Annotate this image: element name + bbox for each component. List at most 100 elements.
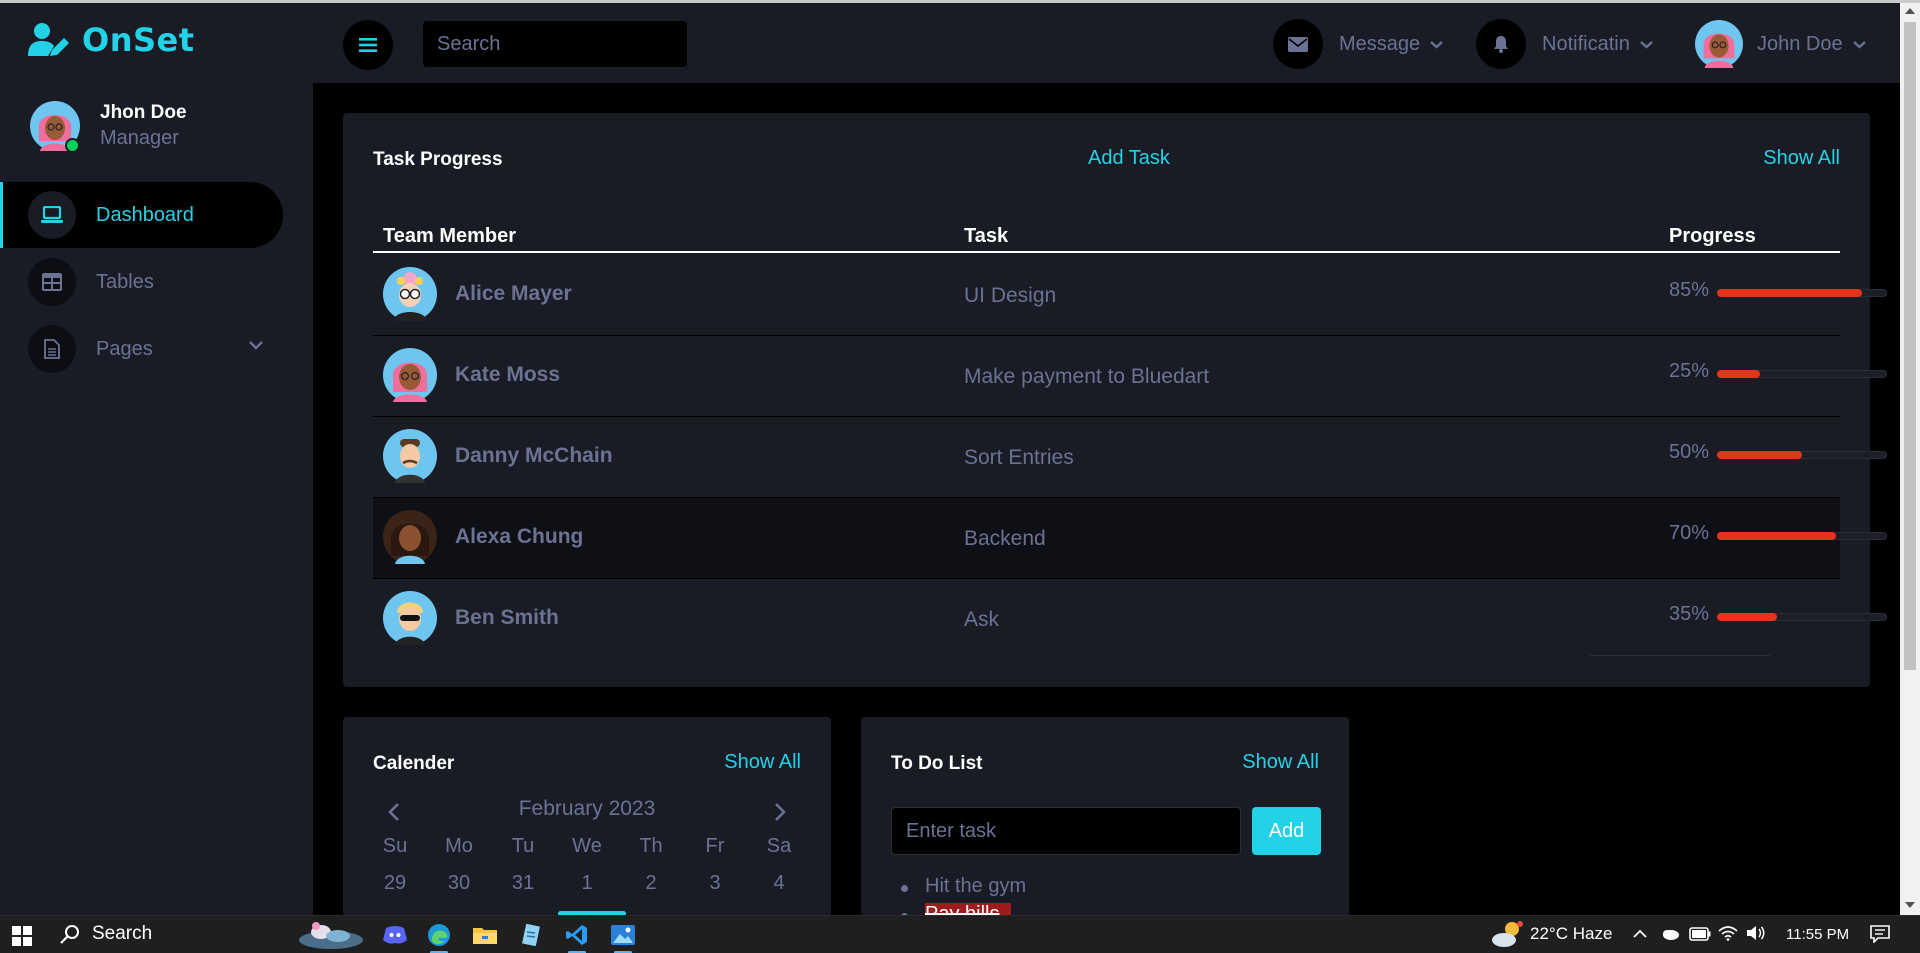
progress-bar	[1717, 613, 1887, 621]
calendar-day[interactable]: 29	[363, 872, 427, 895]
column-header-task: Task	[964, 225, 1009, 247]
member-name: Kate Moss	[455, 363, 561, 386]
sidebar-item-label: Tables	[96, 270, 154, 293]
calendar-day[interactable]: 30	[427, 872, 491, 895]
file-icon	[28, 325, 76, 373]
taskbar-search-label: Search	[92, 923, 153, 944]
task-name: Backend	[964, 527, 1046, 550]
calendar-day[interactable]: 1	[555, 872, 619, 895]
show-all-link[interactable]: Show All	[1242, 751, 1319, 774]
wifi-icon[interactable]	[1718, 925, 1738, 941]
chevron-up-icon[interactable]	[1633, 929, 1647, 939]
volume-icon[interactable]	[1746, 925, 1766, 941]
todo-text: Hit the gym	[925, 875, 1027, 897]
table-row[interactable]: Ben Smith Ask 35%	[373, 579, 1887, 660]
sidebar-item-dashboard[interactable]: Dashboard	[0, 182, 283, 248]
calendar-card: Calender Show All February 2023 Su Mo Tu…	[343, 717, 831, 917]
battery-icon[interactable]	[1689, 927, 1711, 941]
calendar-day[interactable]: 2	[619, 872, 683, 895]
sidebar-item-pages[interactable]: Pages	[0, 316, 283, 382]
discord-icon[interactable]	[380, 920, 410, 950]
brand-logo[interactable]: OnSet	[28, 21, 195, 59]
table-row[interactable]: Danny McChain Sort Entries 50%	[373, 417, 1887, 498]
sidebar-profile[interactable]: Jhon Doe Manager	[30, 101, 187, 153]
search-input[interactable]	[423, 21, 687, 67]
chevron-down-icon	[249, 341, 263, 350]
show-all-link[interactable]: Show All	[1763, 147, 1840, 170]
divider	[1590, 655, 1770, 656]
laptop-icon	[28, 191, 76, 239]
card-title: Task Progress	[373, 149, 503, 170]
table-row[interactable]: Kate Moss Make payment to Bluedart 25%	[373, 336, 1887, 417]
add-todo-button[interactable]: Add	[1252, 807, 1321, 855]
avatar	[383, 510, 437, 564]
envelope-icon	[1273, 19, 1323, 69]
weather-text[interactable]: 22°C Haze	[1530, 924, 1612, 944]
scroll-up-arrow-icon[interactable]	[1905, 8, 1915, 14]
notification-dropdown[interactable]: Notificatin	[1476, 17, 1653, 71]
os-taskbar: Search 22°C Haze 11:55 PM	[0, 915, 1920, 953]
table-icon	[28, 258, 76, 306]
file-explorer-icon[interactable]	[470, 920, 500, 950]
weekday-label: Su	[382, 835, 408, 857]
hamburger-icon	[359, 38, 377, 52]
avatar	[1695, 20, 1743, 68]
menu-toggle-button[interactable]	[343, 20, 393, 70]
scrollbar-thumb[interactable]	[1904, 22, 1916, 670]
progress-label: 50%	[1669, 441, 1710, 463]
chevron-down-icon	[1640, 40, 1653, 49]
progress-label: 85%	[1669, 279, 1710, 301]
calendar-day[interactable]: 4	[747, 872, 811, 895]
profile-role: Manager	[100, 127, 179, 149]
member-name: Alice Mayer	[455, 282, 572, 305]
user-dropdown[interactable]: John Doe	[1695, 17, 1866, 71]
show-all-link[interactable]: Show All	[724, 751, 801, 774]
avatar	[383, 348, 437, 402]
table-header: Team Member Task Progress	[373, 213, 1840, 253]
sidebar-item-tables[interactable]: Tables	[0, 249, 283, 315]
member-name: Danny McChain	[455, 444, 613, 467]
table-row[interactable]: Alice Mayer UI Design 85%	[373, 255, 1887, 336]
profile-name: Jhon Doe	[100, 102, 187, 123]
notification-label: Notificatin	[1542, 32, 1630, 55]
member-name: Ben Smith	[455, 606, 559, 629]
weekday-label: Sa	[766, 835, 792, 857]
todo-task-input[interactable]	[891, 807, 1241, 855]
task-name: Make payment to Bluedart	[964, 365, 1210, 388]
search-icon	[60, 925, 79, 944]
progress-bar-fill	[1717, 532, 1836, 540]
list-item[interactable]: Hit the gym	[901, 875, 1026, 903]
table-row[interactable]: Alexa Chung Backend 70%	[373, 498, 1887, 579]
user-name-label: John Doe	[1757, 32, 1843, 55]
weekday-label: Mo	[445, 835, 473, 857]
notepad-icon[interactable]	[516, 920, 546, 950]
windows-start-icon[interactable]	[12, 926, 32, 946]
scroll-down-arrow-icon[interactable]	[1905, 902, 1915, 908]
edge-browser-icon[interactable]	[424, 920, 454, 953]
sidebar: OnSet Jhon Doe Manager Dashboard Tables …	[0, 3, 313, 915]
progress-label: 25%	[1669, 360, 1710, 382]
calendar-day[interactable]: 3	[683, 872, 747, 895]
vscode-icon[interactable]	[562, 920, 592, 953]
dashboard-app: OnSet Jhon Doe Manager Dashboard Tables …	[0, 0, 1920, 953]
weather-partly-cloudy-icon[interactable]	[1490, 920, 1524, 950]
chevron-right-icon[interactable]	[774, 803, 786, 821]
taskbar-widget-art-icon[interactable]	[296, 920, 366, 950]
add-task-link[interactable]: Add Task	[1088, 147, 1170, 170]
calendar-month: February 2023	[518, 797, 656, 820]
calendar-header: February 2023	[363, 797, 811, 827]
task-name: UI Design	[964, 284, 1057, 307]
message-dropdown[interactable]: Message	[1273, 17, 1443, 71]
column-header-member: Team Member	[383, 225, 517, 247]
brand-name: OnSet	[82, 21, 195, 59]
calendar-grid: Su Mo Tu We Th Fr Sa 29 30 31 1 2 3 4	[363, 835, 811, 895]
clock-time[interactable]: 11:55 PM	[1786, 926, 1849, 943]
progress-bar	[1717, 532, 1887, 540]
todo-card: To Do List Show All Add Hit the gym Pay …	[861, 717, 1349, 925]
onedrive-cloud-icon[interactable]	[1660, 927, 1680, 941]
taskbar-search[interactable]: Search	[60, 923, 152, 945]
notification-center-icon[interactable]	[1870, 925, 1890, 943]
calendar-day[interactable]: 31	[491, 872, 555, 895]
photos-icon[interactable]	[608, 920, 638, 953]
card-title: Calender	[373, 753, 455, 774]
